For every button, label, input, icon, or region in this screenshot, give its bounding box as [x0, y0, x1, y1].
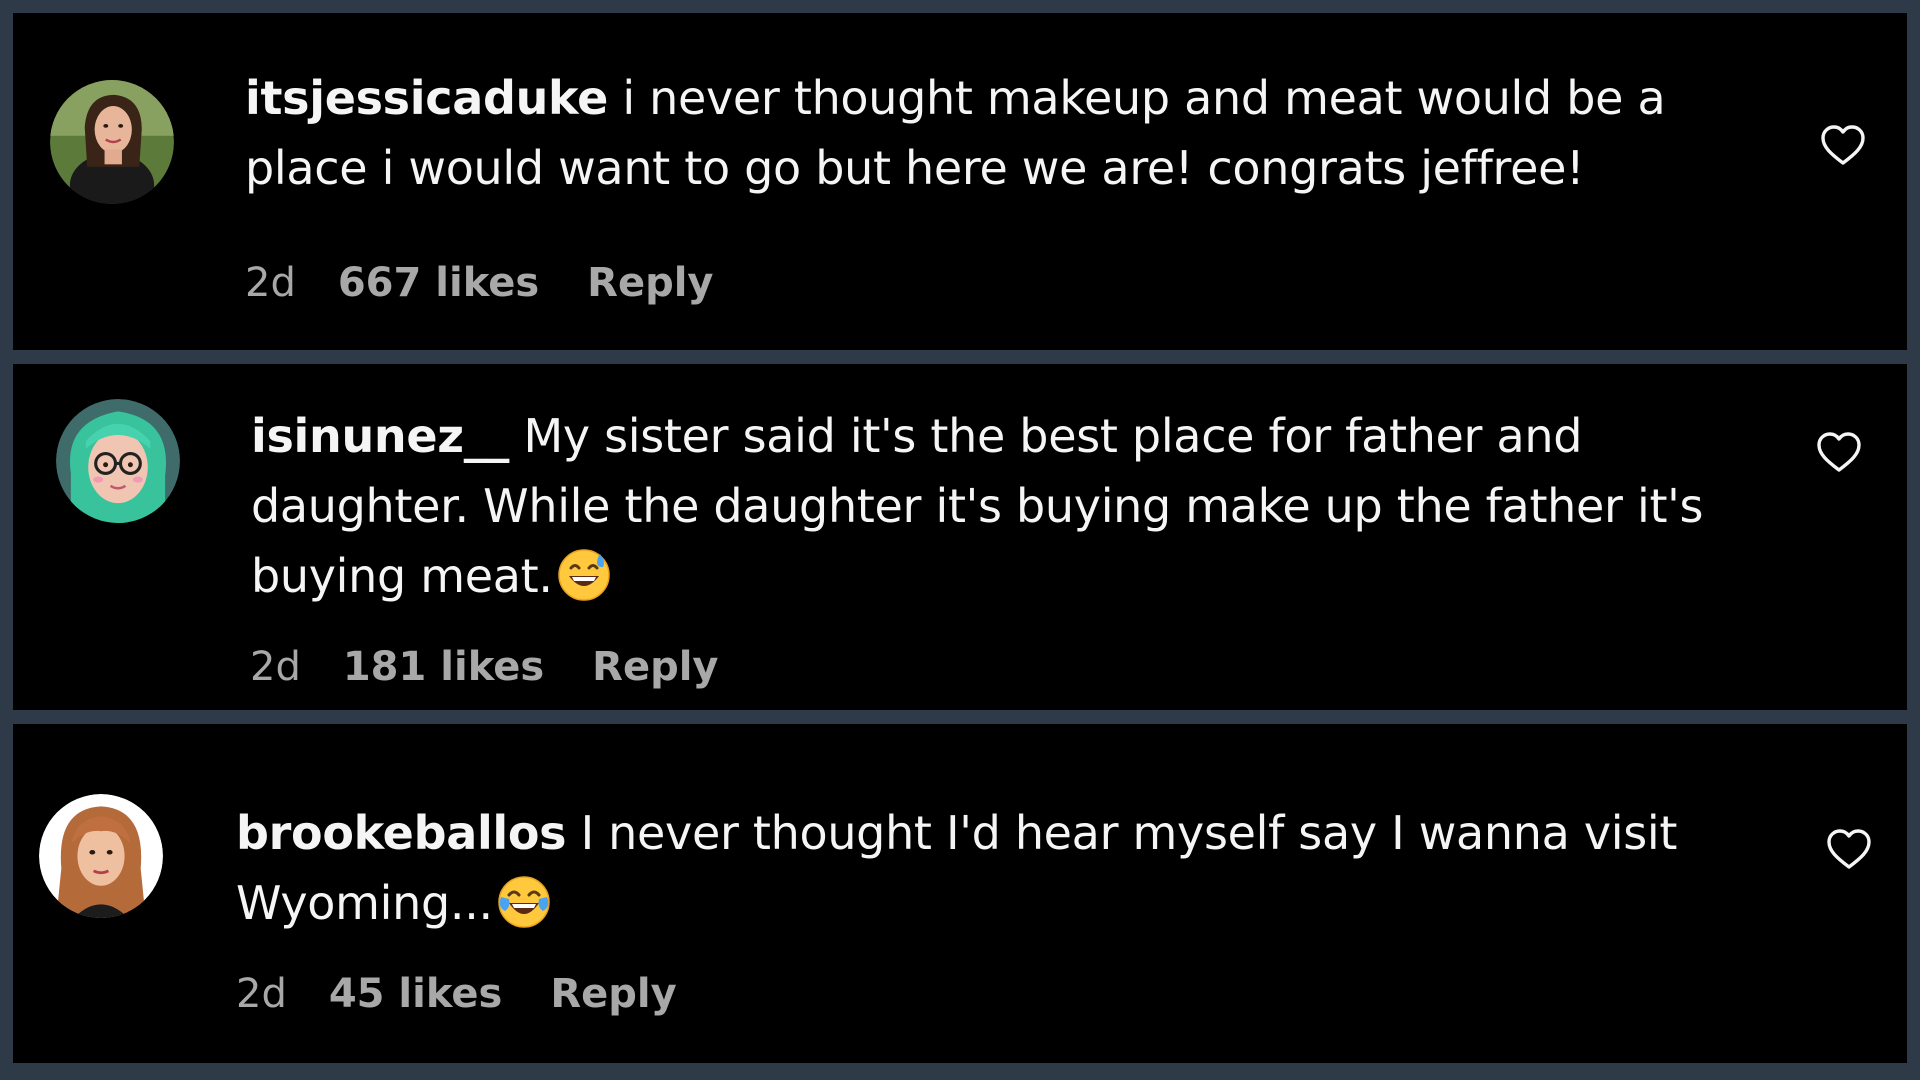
comment-text: itsjessicaduke i never thought makeup an… [245, 63, 1715, 203]
grinning-face-with-sweat-icon [557, 548, 611, 602]
comment-time: 2d [236, 971, 287, 1017]
comment-text: brookeballos I never thought I'd hear my… [236, 798, 1706, 938]
comments-list: itsjessicaduke i never thought makeup an… [0, 0, 1920, 1080]
reply-button[interactable]: Reply [592, 642, 718, 692]
likes-count[interactable]: 667 likes [338, 258, 539, 308]
comment-meta: 2d 667 likes Reply [245, 258, 714, 308]
comment-meta: 2d 181 likes Reply [250, 642, 719, 692]
likes-count[interactable]: 181 likes [343, 642, 544, 692]
heart-outline-icon[interactable] [1825, 827, 1873, 871]
comment-time: 2d [250, 644, 301, 690]
comment-meta: 2d 45 likes Reply [236, 969, 677, 1019]
avatar[interactable] [39, 794, 163, 918]
username[interactable]: brookeballos [236, 806, 567, 860]
comment-text: isinunez__ My sister said it's the best … [251, 401, 1721, 611]
likes-count[interactable]: 45 likes [329, 969, 502, 1019]
avatar[interactable] [50, 80, 174, 204]
reply-button[interactable]: Reply [587, 258, 713, 308]
comment-item: itsjessicaduke i never thought makeup an… [13, 13, 1907, 350]
face-with-tears-of-joy-icon [497, 875, 551, 929]
comment-item: brookeballos I never thought I'd hear my… [13, 724, 1907, 1063]
username[interactable]: itsjessicaduke [245, 71, 608, 125]
comment-time: 2d [245, 260, 296, 306]
avatar[interactable] [56, 399, 180, 523]
reply-button[interactable]: Reply [550, 969, 676, 1019]
username[interactable]: isinunez__ [251, 409, 509, 463]
comment-item: isinunez__ My sister said it's the best … [13, 364, 1907, 710]
heart-outline-icon[interactable] [1815, 430, 1863, 474]
heart-outline-icon[interactable] [1819, 123, 1867, 167]
